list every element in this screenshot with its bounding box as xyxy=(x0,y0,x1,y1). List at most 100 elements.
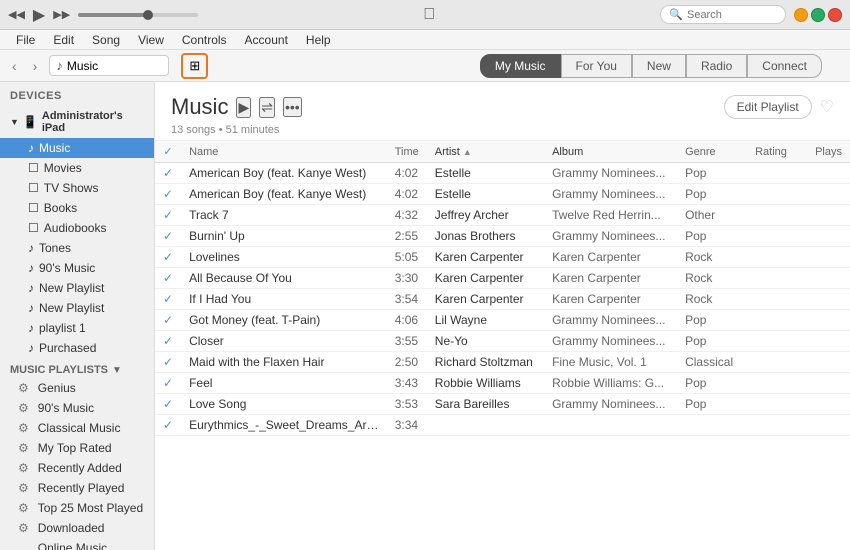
song-check-9[interactable]: ✓ xyxy=(155,352,181,373)
table-row[interactable]: ✓ Got Money (feat. T-Pain) 4:06 Lil Wayn… xyxy=(155,310,850,331)
playlist-downloaded[interactable]: ⚙ Downloaded xyxy=(0,518,154,538)
table-row[interactable]: ✓ Feel 3:43 Robbie Williams Robbie Willi… xyxy=(155,373,850,394)
col-plays[interactable]: Plays xyxy=(807,141,850,163)
song-check-0[interactable]: ✓ xyxy=(155,163,181,184)
sidebar-item-purchased[interactable]: ♪ Purchased xyxy=(0,338,154,358)
col-artist[interactable]: Artist ▲ xyxy=(427,141,544,163)
sidebar-item-tvshows[interactable]: ☐ TV Shows xyxy=(0,178,154,198)
search-box[interactable]: 🔍 xyxy=(660,5,786,24)
sidebar-item-audiobooks[interactable]: ☐ Audiobooks xyxy=(0,218,154,238)
playlist-classical[interactable]: ⚙ Classical Music xyxy=(0,418,154,438)
song-table-container[interactable]: ✓ Name Time Artist ▲ Album Genre Rating … xyxy=(155,141,850,550)
gear-icon-top25: ⚙ xyxy=(18,501,29,515)
search-input[interactable] xyxy=(687,9,777,21)
song-artist-3: Jonas Brothers xyxy=(427,226,544,247)
sidebar-item-movies[interactable]: ☐ Movies xyxy=(0,158,154,178)
content-play-button[interactable]: ▶ xyxy=(236,97,251,118)
col-genre[interactable]: Genre xyxy=(677,141,747,163)
back-button[interactable]: ◀◀ xyxy=(8,8,25,21)
song-check-7[interactable]: ✓ xyxy=(155,310,181,331)
song-check-3[interactable]: ✓ xyxy=(155,226,181,247)
nav-forward[interactable]: › xyxy=(29,56,42,76)
playlist-top25[interactable]: ⚙ Top 25 Most Played xyxy=(0,498,154,518)
table-row[interactable]: ✓ Love Song 3:53 Sara Bareilles Grammy N… xyxy=(155,394,850,415)
heart-icon[interactable]: ♡ xyxy=(820,97,834,117)
sidebar-item-newplaylist2[interactable]: ♪ New Playlist xyxy=(0,298,154,318)
menu-edit[interactable]: Edit xyxy=(45,31,82,49)
playlist-recently-played[interactable]: ⚙ Recently Played xyxy=(0,478,154,498)
restore-button[interactable] xyxy=(811,8,825,22)
playlist-genius[interactable]: ⚙ Genius xyxy=(0,378,154,398)
sidebar-item-tones[interactable]: ♪ Tones xyxy=(0,238,154,258)
playlists-header[interactable]: Music Playlists ▼ xyxy=(0,358,154,378)
song-check-10[interactable]: ✓ xyxy=(155,373,181,394)
tab-radio[interactable]: Radio xyxy=(686,54,747,78)
minimize-button[interactable] xyxy=(794,8,808,22)
play-button[interactable]: ▶ xyxy=(33,5,45,25)
menu-help[interactable]: Help xyxy=(298,31,339,49)
song-genre-5: Rock xyxy=(677,268,747,289)
menu-controls[interactable]: Controls xyxy=(174,31,235,49)
sidebar-item-books[interactable]: ☐ Books xyxy=(0,198,154,218)
forward-button[interactable]: ▶▶ xyxy=(53,8,70,21)
col-rating[interactable]: Rating xyxy=(747,141,807,163)
song-plays-6 xyxy=(807,289,850,310)
tab-my-music[interactable]: My Music xyxy=(480,54,561,78)
col-name[interactable]: Name xyxy=(181,141,387,163)
table-row[interactable]: ✓ Track 7 4:32 Jeffrey Archer Twelve Red… xyxy=(155,205,850,226)
col-album[interactable]: Album xyxy=(544,141,677,163)
song-name-5: All Because Of You xyxy=(181,268,387,289)
close-button[interactable] xyxy=(828,8,842,22)
song-genre-7: Pop xyxy=(677,310,747,331)
col-time[interactable]: Time xyxy=(387,141,427,163)
song-check-12[interactable]: ✓ xyxy=(155,415,181,436)
nav-back[interactable]: ‹ xyxy=(8,56,21,76)
device-row[interactable]: ▼ 📱 Administrator's iPad xyxy=(0,106,154,138)
song-check-11[interactable]: ✓ xyxy=(155,394,181,415)
table-row[interactable]: ✓ If I Had You 3:54 Karen Carpenter Kare… xyxy=(155,289,850,310)
playlist-my-top-rated[interactable]: ⚙ My Top Rated xyxy=(0,438,154,458)
table-header-row: ✓ Name Time Artist ▲ Album Genre Rating … xyxy=(155,141,850,163)
edit-playlist-button[interactable]: Edit Playlist xyxy=(724,95,812,119)
sidebar-item-90s[interactable]: ♪ 90's Music xyxy=(0,258,154,278)
table-row[interactable]: ✓ Eurythmics_-_Sweet_Dreams_Are... 3:34 xyxy=(155,415,850,436)
song-check-4[interactable]: ✓ xyxy=(155,247,181,268)
playlist-online-music[interactable]: ⚙ Online Music Playlist xyxy=(0,538,154,550)
tab-for-you[interactable]: For You xyxy=(561,54,632,78)
song-check-8[interactable]: ✓ xyxy=(155,331,181,352)
table-row[interactable]: ✓ Burnin' Up 2:55 Jonas Brothers Grammy … xyxy=(155,226,850,247)
device-view-button[interactable]: ⊞ xyxy=(185,57,204,75)
table-row[interactable]: ✓ All Because Of You 3:30 Karen Carpente… xyxy=(155,268,850,289)
table-row[interactable]: ✓ Lovelines 5:05 Karen Carpenter Karen C… xyxy=(155,247,850,268)
table-row[interactable]: ✓ American Boy (feat. Kanye West) 4:02 E… xyxy=(155,184,850,205)
playlist-90s[interactable]: ⚙ 90's Music xyxy=(0,398,154,418)
sidebar-item-music[interactable]: ♪ Music xyxy=(0,138,154,158)
tab-connect[interactable]: Connect xyxy=(747,54,822,78)
song-check-6[interactable]: ✓ xyxy=(155,289,181,310)
sidebar-item-newplaylist1[interactable]: ♪ New Playlist xyxy=(0,278,154,298)
menu-file[interactable]: File xyxy=(8,31,43,49)
tab-new[interactable]: New xyxy=(632,54,686,78)
song-time-12: 3:34 xyxy=(387,415,427,436)
col-check[interactable]: ✓ xyxy=(155,141,181,163)
content-more-button[interactable]: ••• xyxy=(283,97,302,117)
menu-view[interactable]: View xyxy=(130,31,172,49)
song-genre-11: Pop xyxy=(677,394,747,415)
song-check-5[interactable]: ✓ xyxy=(155,268,181,289)
progress-track[interactable] xyxy=(78,13,198,17)
song-check-2[interactable]: ✓ xyxy=(155,205,181,226)
song-time-10: 3:43 xyxy=(387,373,427,394)
nav-location[interactable]: ♪ Music xyxy=(49,55,169,76)
content-shuffle-button[interactable]: ⇌ xyxy=(259,97,275,118)
table-row[interactable]: ✓ American Boy (feat. Kanye West) 4:02 E… xyxy=(155,163,850,184)
table-row[interactable]: ✓ Closer 3:55 Ne-Yo Grammy Nominees... P… xyxy=(155,331,850,352)
playlist-recently-added[interactable]: ⚙ Recently Added xyxy=(0,458,154,478)
table-row[interactable]: ✓ Maid with the Flaxen Hair 2:50 Richard… xyxy=(155,352,850,373)
song-artist-10: Robbie Williams xyxy=(427,373,544,394)
music-note-icon: ♪ xyxy=(56,58,63,73)
sidebar-item-playlist1[interactable]: ♪ playlist 1 xyxy=(0,318,154,338)
song-check-1[interactable]: ✓ xyxy=(155,184,181,205)
menu-song[interactable]: Song xyxy=(84,31,128,49)
song-artist-0: Estelle xyxy=(427,163,544,184)
menu-account[interactable]: Account xyxy=(237,31,296,49)
